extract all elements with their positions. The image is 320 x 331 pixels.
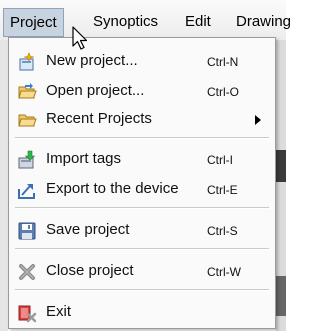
menu-item-recent-projects[interactable]: Recent Projects bbox=[9, 106, 275, 132]
menu-item-export-device[interactable]: Export to the device Ctrl-E bbox=[9, 176, 275, 202]
background-panel-left bbox=[0, 40, 8, 331]
separator bbox=[15, 289, 269, 291]
background-panel-right bbox=[276, 40, 286, 331]
shortcut-label: Ctrl-S bbox=[207, 224, 238, 238]
shortcut-label: Ctrl-E bbox=[207, 183, 238, 197]
background-block bbox=[276, 150, 286, 182]
shortcut-label: Ctrl-N bbox=[207, 55, 239, 69]
import-tags-icon bbox=[18, 150, 36, 169]
menu-item-label: Import tags bbox=[46, 150, 122, 167]
mouse-cursor-icon bbox=[72, 26, 88, 50]
background-block bbox=[276, 276, 286, 316]
project-dropdown-menu: New project... Ctrl-N Open project... Ct… bbox=[8, 37, 276, 329]
close-x-icon bbox=[19, 264, 35, 280]
export-device-icon bbox=[18, 184, 35, 199]
menu-synoptics[interactable]: Synoptics bbox=[87, 10, 164, 34]
shortcut-label: Ctrl-O bbox=[207, 85, 239, 99]
exit-icon bbox=[18, 305, 37, 323]
separator bbox=[15, 207, 269, 209]
recent-folder-icon bbox=[18, 114, 37, 127]
menu-item-label: Recent Projects bbox=[46, 110, 152, 127]
save-disk-icon bbox=[18, 222, 36, 240]
open-folder-icon bbox=[18, 83, 37, 99]
menu-item-label: Close project bbox=[46, 262, 134, 279]
shortcut-label: Ctrl-I bbox=[207, 153, 233, 167]
menu-project[interactable]: Project bbox=[3, 8, 64, 37]
separator bbox=[15, 137, 269, 139]
menu-item-import-tags[interactable]: Import tags Ctrl-I bbox=[9, 146, 275, 172]
menu-item-open-project[interactable]: Open project... Ctrl-O bbox=[9, 78, 275, 104]
new-project-icon bbox=[19, 52, 35, 71]
menu-item-save-project[interactable]: Save project Ctrl-S bbox=[9, 217, 275, 243]
submenu-arrow-icon bbox=[255, 115, 261, 125]
menu-edit[interactable]: Edit bbox=[179, 10, 217, 34]
separator bbox=[15, 248, 269, 250]
menu-item-label: Save project bbox=[46, 221, 130, 238]
menu-item-label: Export to the device bbox=[46, 180, 179, 197]
menu-item-label: Open project... bbox=[46, 82, 145, 99]
shortcut-label: Ctrl-W bbox=[207, 265, 241, 279]
menu-item-label: Exit bbox=[46, 303, 72, 320]
menu-item-exit[interactable]: Exit bbox=[9, 299, 275, 325]
menu-item-label: New project... bbox=[46, 52, 138, 69]
menu-item-close-project[interactable]: Close project Ctrl-W bbox=[9, 258, 275, 284]
menu-drawing[interactable]: Drawing bbox=[230, 10, 297, 34]
menu-bar: Project Synoptics Edit Drawing bbox=[0, 0, 291, 41]
menu-item-new-project[interactable]: New project... Ctrl-N bbox=[9, 48, 275, 74]
